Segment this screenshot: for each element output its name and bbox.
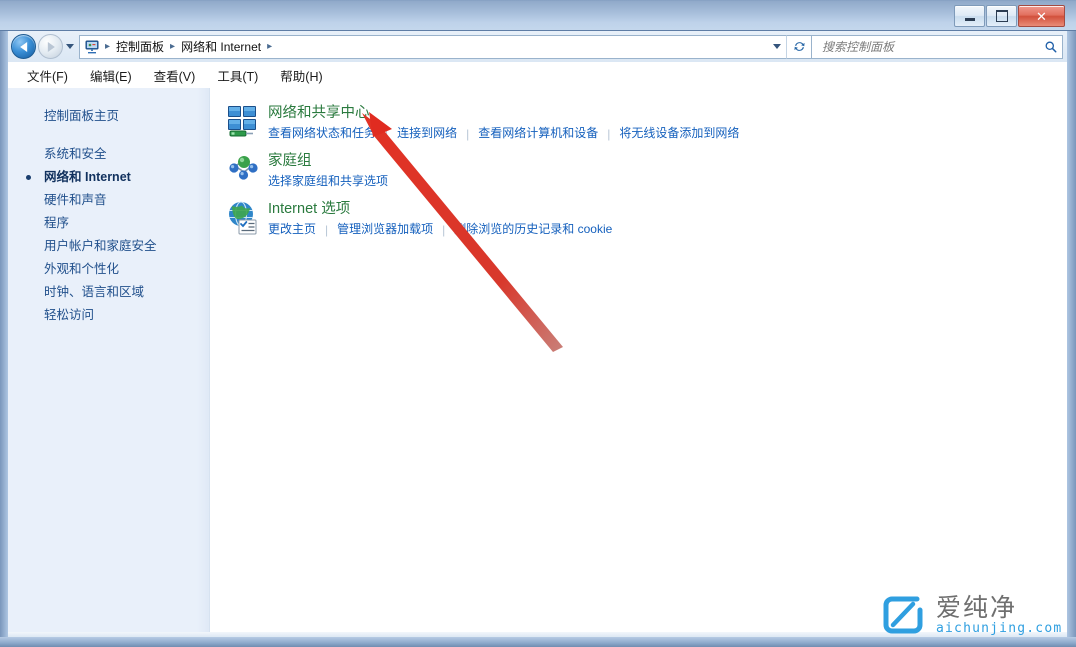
menu-item-help[interactable]: 帮助(H): [271, 63, 331, 88]
category-title-homegroup[interactable]: 家庭组: [268, 151, 312, 171]
maximize-icon: [987, 6, 1016, 26]
category-title-network-and-sharing-center[interactable]: 网络和共享中心: [268, 103, 370, 123]
breadcrumb-item-control-panel[interactable]: 控制面板: [113, 36, 167, 57]
breadcrumb-item-network-and-internet[interactable]: 网络和 Internet: [178, 36, 264, 57]
address-dropdown-button[interactable]: [768, 36, 786, 58]
sidebar-item-user-accounts[interactable]: 用户帐户和家庭安全: [8, 235, 209, 258]
category-links: 选择家庭组和共享选项: [268, 173, 388, 190]
title-bar[interactable]: ✕: [0, 0, 1076, 31]
recent-locations-button[interactable]: [63, 36, 77, 58]
link-change-homepage[interactable]: 更改主页: [268, 221, 316, 238]
navigation-pane: 控制面板主页 系统和安全 网络和 Internet 硬件和声音 程序 用户帐户和…: [8, 88, 210, 637]
category-links: 更改主页 | 管理浏览器加载项 | 删除浏览的历史记录和 cookie: [268, 221, 612, 238]
link-choose-homegroup-options[interactable]: 选择家庭组和共享选项: [268, 173, 388, 190]
control-panel-icon: [84, 39, 100, 55]
chevron-down-icon: [66, 44, 74, 49]
link-separator: |: [607, 126, 611, 141]
sidebar-item-network-and-internet[interactable]: 网络和 Internet: [8, 166, 209, 189]
search-icon: [1044, 40, 1058, 54]
minimize-icon: [955, 6, 984, 26]
category-title-internet-options[interactable]: Internet 选项: [268, 199, 350, 219]
link-connect-to-network[interactable]: 连接到网络: [397, 125, 457, 142]
internet-options-icon: [226, 200, 262, 238]
breadcrumb: ▸ 控制面板 ▸ 网络和 Internet ▸: [84, 36, 768, 57]
sidebar-item-control-panel-home[interactable]: 控制面板主页: [8, 102, 209, 127]
back-arrow-icon: [19, 41, 27, 52]
link-add-wireless-device[interactable]: 将无线设备添加到网络: [619, 125, 739, 142]
window-border-bottom: [0, 637, 1076, 647]
close-icon: ✕: [1036, 8, 1047, 24]
breadcrumb-separator-1[interactable]: ▸: [167, 41, 178, 52]
link-separator: |: [466, 126, 470, 141]
search-input[interactable]: [820, 38, 1044, 55]
status-strip: [8, 632, 1067, 637]
window-controls: ✕: [954, 5, 1065, 27]
category-body: Internet 选项 更改主页 | 管理浏览器加载项 | 删除浏览的历史记录和…: [268, 198, 612, 238]
menu-item-file[interactable]: 文件(F): [18, 63, 77, 88]
close-button[interactable]: ✕: [1018, 5, 1065, 27]
breadcrumb-separator-2[interactable]: ▸: [264, 41, 275, 52]
explorer-window: ✕ ▸ 控制面板 ▸ 网络和 Internet ▸ 搜索控制面板 文件(F) 编…: [0, 0, 1076, 647]
sidebar-item-hardware-and-sound[interactable]: 硬件和声音: [8, 189, 209, 212]
category-list: 网络和共享中心 查看网络状态和任务 | 连接到网络 | 查看网络计算机和设备 |…: [210, 88, 1067, 637]
category-body: 网络和共享中心 查看网络状态和任务 | 连接到网络 | 查看网络计算机和设备 |…: [268, 102, 739, 142]
refresh-icon: [793, 42, 805, 51]
address-bar[interactable]: ▸ 控制面板 ▸ 网络和 Internet ▸: [79, 34, 786, 59]
category-homegroup: 家庭组 选择家庭组和共享选项: [226, 150, 1067, 190]
link-separator: |: [325, 222, 329, 237]
homegroup-icon: [226, 152, 262, 190]
address-toolbar: ▸ 控制面板 ▸ 网络和 Internet ▸: [8, 31, 1067, 62]
category-internet-options: Internet 选项 更改主页 | 管理浏览器加载项 | 删除浏览的历史记录和…: [226, 198, 1067, 238]
network-sharing-center-icon: [226, 104, 262, 142]
search-box[interactable]: [812, 34, 1063, 59]
forward-button[interactable]: [38, 34, 63, 59]
sidebar-item-programs[interactable]: 程序: [8, 212, 209, 235]
sidebar-item-clock-language-region[interactable]: 时钟、语言和区域: [8, 281, 209, 304]
category-network-and-sharing-center: 网络和共享中心 查看网络状态和任务 | 连接到网络 | 查看网络计算机和设备 |…: [226, 102, 1067, 142]
menu-item-edit[interactable]: 编辑(E): [81, 63, 141, 88]
link-separator: |: [442, 222, 446, 237]
back-button[interactable]: [11, 34, 36, 59]
content-area: 控制面板主页 系统和安全 网络和 Internet 硬件和声音 程序 用户帐户和…: [8, 88, 1067, 637]
category-links: 查看网络状态和任务 | 连接到网络 | 查看网络计算机和设备 | 将无线设备添加…: [268, 125, 739, 142]
link-separator: |: [385, 126, 389, 141]
window-border-right: [1067, 0, 1076, 647]
forward-arrow-icon: [47, 41, 55, 52]
menu-bar: 文件(F) 编辑(E) 查看(V) 工具(T) 帮助(H): [8, 62, 1067, 89]
menu-item-view[interactable]: 查看(V): [145, 63, 205, 88]
link-view-network-computers[interactable]: 查看网络计算机和设备: [478, 125, 598, 142]
refresh-button[interactable]: [786, 34, 812, 59]
sidebar-item-appearance[interactable]: 外观和个性化: [8, 258, 209, 281]
breadcrumb-separator-0: ▸: [105, 41, 111, 52]
chevron-down-icon: [773, 44, 781, 49]
menu-item-tools[interactable]: 工具(T): [208, 63, 267, 88]
link-view-network-status[interactable]: 查看网络状态和任务: [268, 125, 376, 142]
minimize-button[interactable]: [954, 5, 985, 27]
sidebar-item-ease-of-access[interactable]: 轻松访问: [8, 304, 209, 327]
link-manage-browser-addons[interactable]: 管理浏览器加载项: [337, 221, 433, 238]
link-delete-browsing-history[interactable]: 删除浏览的历史记录和 cookie: [454, 221, 612, 238]
sidebar-item-system-and-security[interactable]: 系统和安全: [8, 143, 209, 166]
category-body: 家庭组 选择家庭组和共享选项: [268, 150, 388, 190]
maximize-button[interactable]: [986, 5, 1017, 27]
window-border-left: [0, 0, 8, 647]
